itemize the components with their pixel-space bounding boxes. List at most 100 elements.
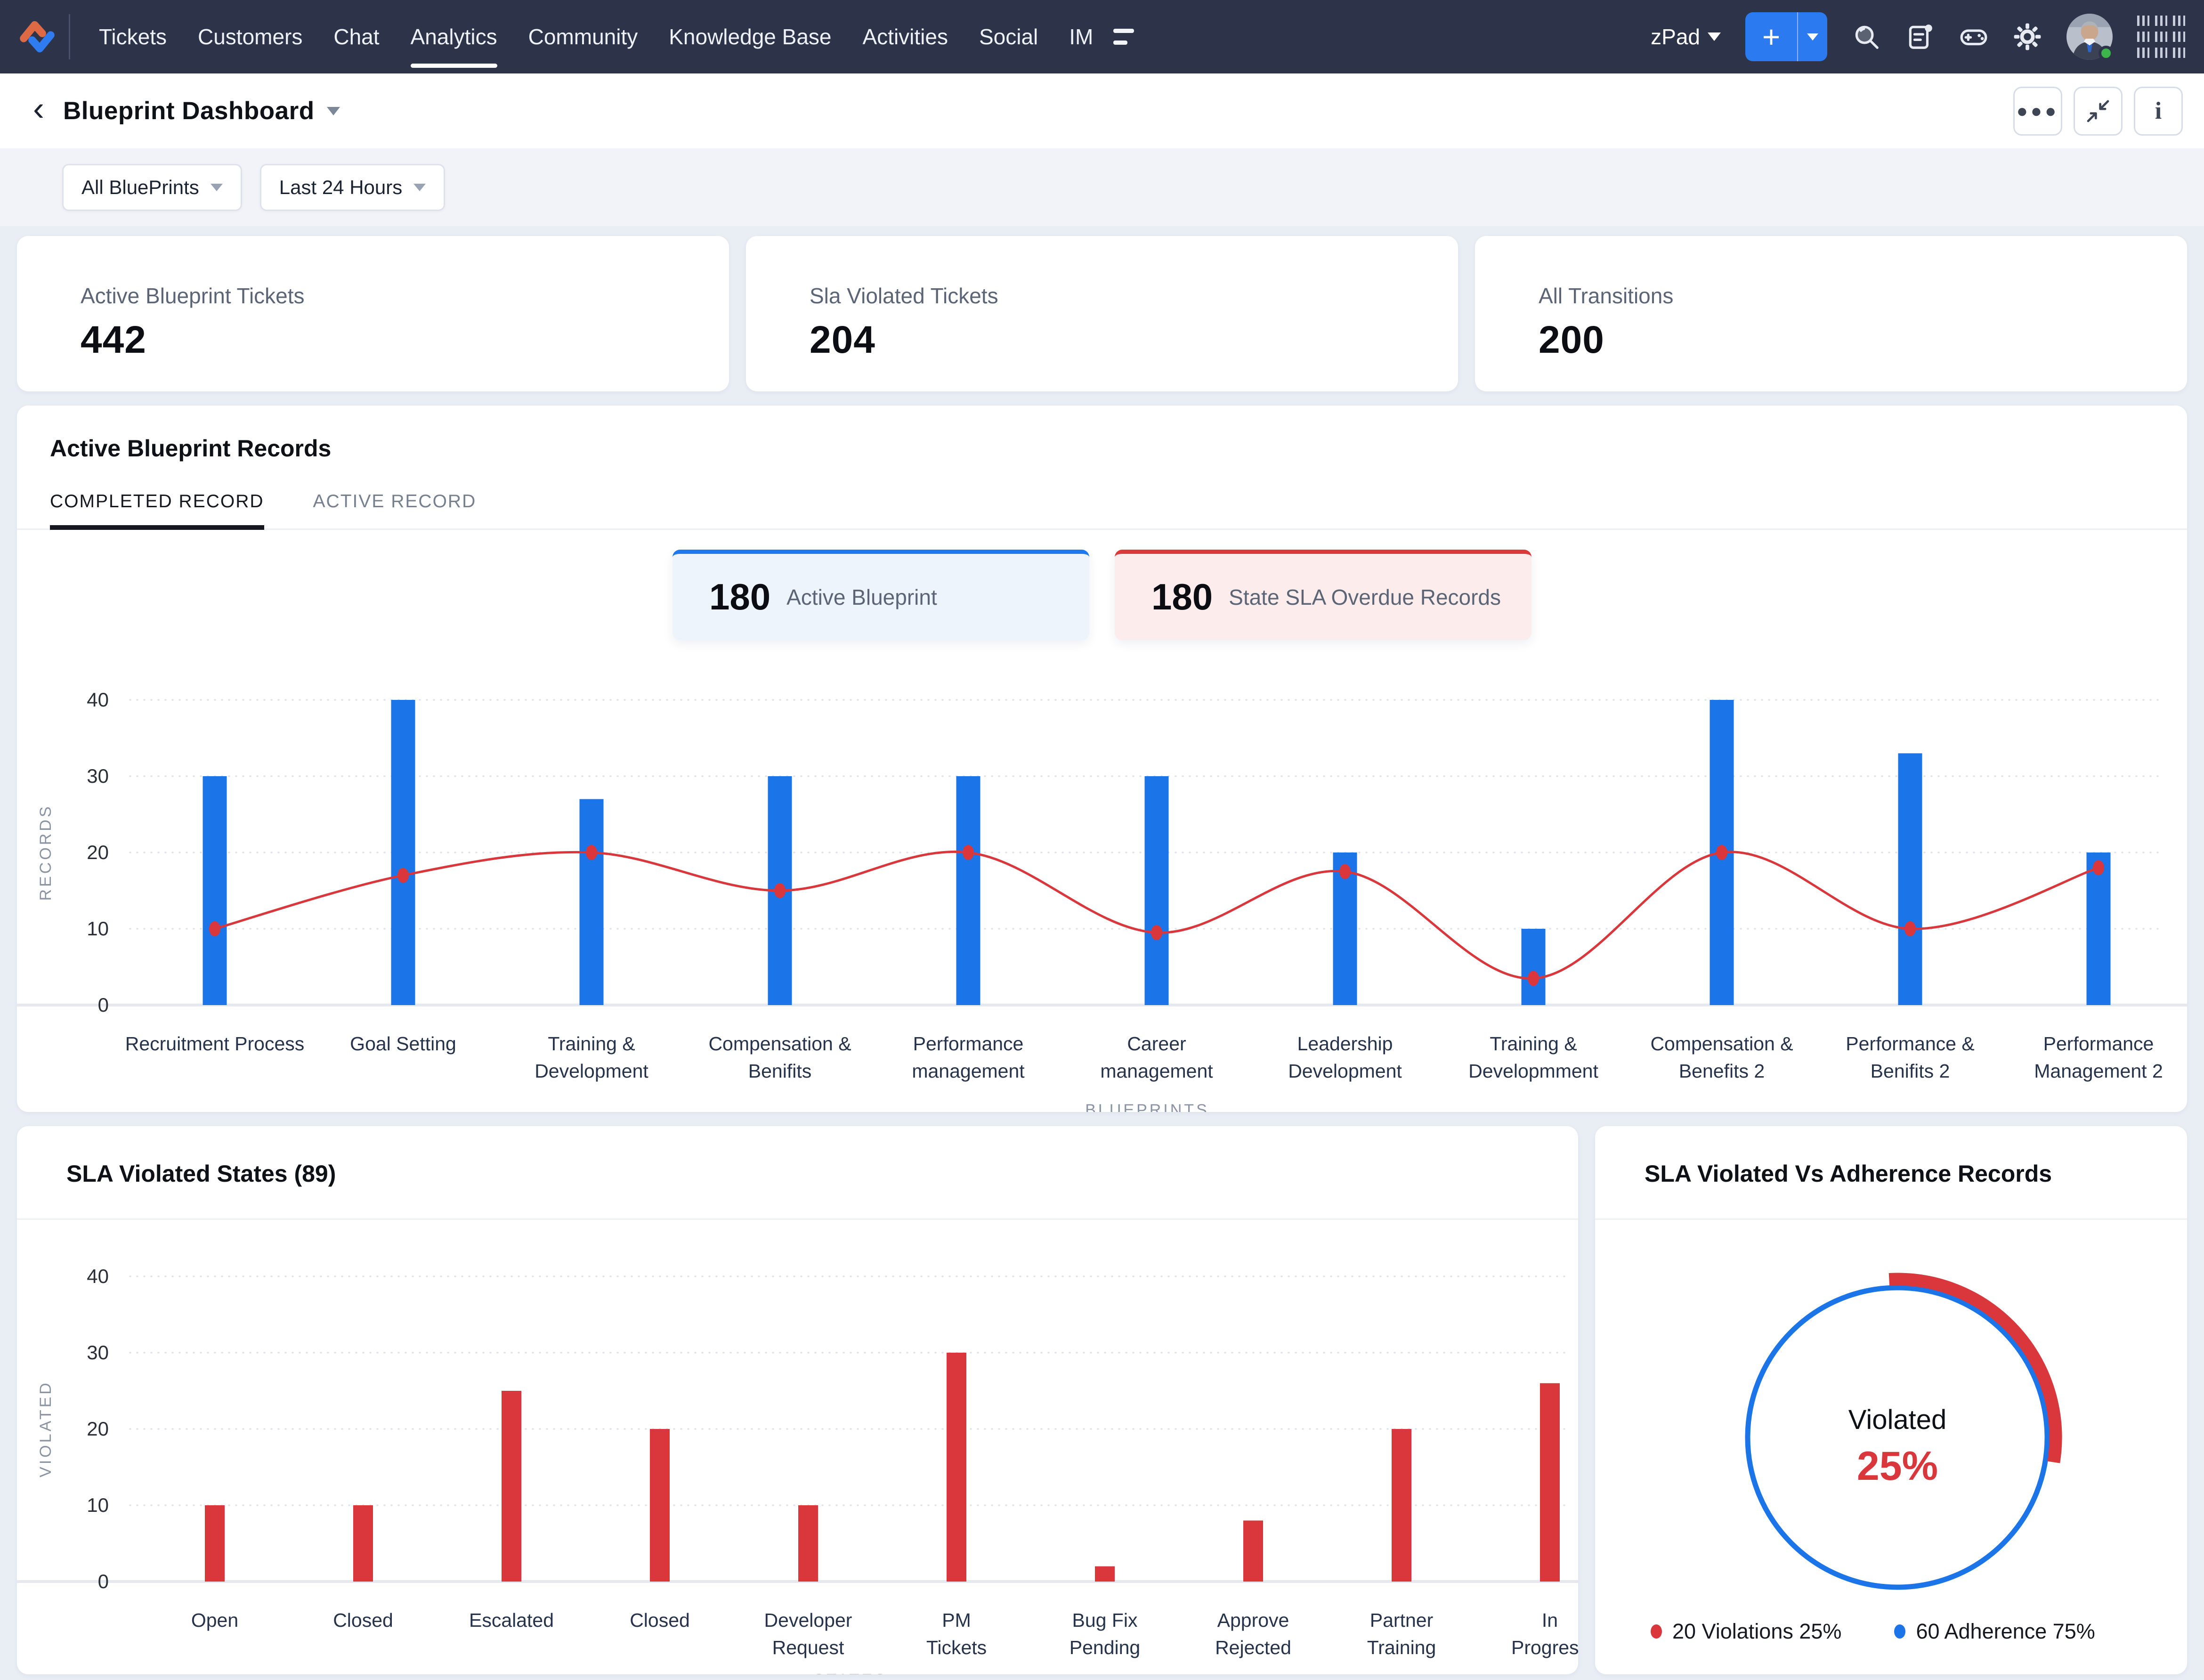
violations-legend-dot-icon [1651, 1624, 1662, 1639]
page-header: ‹ Blueprint Dashboard ●●● i [0, 73, 2204, 148]
svg-text:Escalated: Escalated [469, 1609, 554, 1631]
nav-item-activities[interactable]: Activities [847, 0, 963, 73]
svg-text:40: 40 [87, 1265, 109, 1287]
svg-text:Career: Career [1127, 1033, 1186, 1055]
stat-value: 204 [810, 318, 875, 361]
nav-item-social[interactable]: Social [964, 0, 1053, 73]
nav-item-customers[interactable]: Customers [182, 0, 318, 73]
svg-text:0: 0 [98, 1570, 109, 1592]
svg-text:Developmment: Developmment [1468, 1060, 1598, 1082]
apps-grid-icon[interactable] [2137, 16, 2185, 58]
chevron-down-icon [413, 183, 426, 191]
stat-label: Active Blueprint Tickets [81, 284, 305, 308]
record-tabs: COMPLETED RECORD ACTIVE RECORD [17, 491, 2187, 530]
nav-item-community[interactable]: Community [513, 0, 654, 73]
gamescope-icon[interactable] [1959, 22, 1988, 51]
tab-active-record[interactable]: ACTIVE RECORD [313, 491, 477, 528]
nav-item-tickets[interactable]: Tickets [83, 0, 182, 73]
stats-row: Active Blueprint Tickets 442 Sla Violate… [0, 226, 2204, 391]
svg-text:Compensation &: Compensation & [708, 1033, 851, 1055]
time-range-filter-dropdown[interactable]: Last 24 Hours [259, 163, 446, 211]
nav-item-im[interactable]: IM [1053, 0, 1109, 73]
legend-text: 20 Violations 25% [1672, 1619, 1842, 1643]
tab-completed-record[interactable]: COMPLETED RECORD [50, 491, 264, 530]
sla-overdue-badge: 180 State SLA Overdue Records [1115, 550, 1531, 640]
svg-text:management: management [912, 1060, 1025, 1082]
svg-text:30: 30 [87, 1341, 109, 1363]
badge-value: 180 [1151, 576, 1213, 617]
back-button[interactable]: ‹ [33, 92, 63, 130]
sla-violated-vs-adherence-panel: SLA Violated Vs Adherence Records Violat… [1595, 1126, 2187, 1674]
svg-text:Partner: Partner [1370, 1609, 1433, 1631]
svg-text:Development: Development [1288, 1060, 1402, 1082]
svg-text:Developer: Developer [764, 1609, 852, 1631]
svg-text:Violated: Violated [1848, 1404, 1947, 1435]
badge-label: Active Blueprint [786, 584, 937, 609]
svg-text:Rejected: Rejected [1215, 1637, 1291, 1658]
filter-bar: All BluePrints Last 24 Hours [0, 148, 2204, 226]
chevron-down-icon [1708, 32, 1721, 41]
svg-text:Management 2: Management 2 [2034, 1060, 2163, 1082]
svg-text:Pending: Pending [1070, 1637, 1140, 1658]
violated-adherence-donut-chart: Violated 25% [1745, 1273, 2062, 1590]
svg-text:Compensation &: Compensation & [1650, 1033, 1793, 1055]
svg-text:Development: Development [535, 1060, 648, 1082]
stat-value: 200 [1539, 318, 1604, 361]
blueprint-filter-label: All BluePrints [81, 176, 199, 198]
svg-text:10: 10 [87, 917, 109, 940]
search-icon[interactable] [1852, 22, 1881, 51]
panel-title: Active Blueprint Records [50, 435, 332, 462]
violated-states-bar-chart: 0 10 20 30 40 VIOLATED STATES Open Closed Escalat… [17, 1265, 1578, 1674]
panel-title: SLA Violated States (89) [66, 1161, 336, 1187]
nav-item-chat[interactable]: Chat [318, 0, 395, 73]
feeds-icon[interactable] [1905, 22, 1935, 51]
more-options-button[interactable]: ●●● [2013, 86, 2062, 136]
dashboard-switcher-caret-icon[interactable] [326, 106, 340, 115]
user-avatar[interactable] [2066, 14, 2114, 61]
blueprint-filter-dropdown[interactable]: All BluePrints [62, 163, 242, 211]
more-tabs-icon[interactable] [1113, 29, 1134, 45]
online-status-dot [2099, 46, 2114, 61]
records-combo-chart: 0 10 20 30 40 RECORDS BLUEPRINTS Recruitment Pr… [17, 689, 2187, 1112]
svg-text:management: management [1100, 1060, 1213, 1082]
plus-icon[interactable]: + [1745, 12, 1798, 61]
header-actions: ●●● i [2013, 86, 2183, 136]
svg-text:Benifits: Benifits [748, 1060, 811, 1082]
info-button[interactable]: i [2134, 86, 2183, 136]
settings-gear-icon[interactable] [2013, 22, 2042, 51]
stat-label: All Transitions [1539, 284, 1674, 308]
app-logo-icon[interactable] [17, 16, 57, 57]
svg-text:Training &: Training & [1490, 1033, 1577, 1055]
svg-text:BLUEPRINTS: BLUEPRINTS [1085, 1101, 1209, 1112]
svg-text:Performance: Performance [2043, 1033, 2154, 1055]
svg-text:Closed: Closed [333, 1609, 393, 1631]
collapse-button[interactable] [2074, 86, 2123, 136]
svg-text:Request: Request [772, 1637, 844, 1658]
top-navbar: Tickets Customers Chat Analytics Communi… [0, 0, 2204, 73]
add-new-dropdown[interactable] [1798, 12, 1827, 61]
nav-divider [69, 14, 70, 59]
nav-item-knowledge-base[interactable]: Knowledge Base [653, 0, 847, 73]
nav-items: Tickets Customers Chat Analytics Communi… [83, 0, 1109, 73]
svg-text:20: 20 [87, 841, 109, 863]
nav-item-analytics[interactable]: Analytics [395, 0, 513, 73]
add-new-button[interactable]: + [1745, 12, 1827, 61]
sla-violated-states-panel: SLA Violated States (89) 0 10 20 30 40 VIOLAT… [17, 1126, 1578, 1674]
legend-item-adherence[interactable]: 60 Adherence 75% [1894, 1619, 2095, 1644]
svg-text:Closed: Closed [630, 1609, 690, 1631]
svg-text:RECORDS: RECORDS [37, 804, 55, 901]
svg-text:Bug Fix: Bug Fix [1072, 1609, 1138, 1631]
stat-card-all-transitions: All Transitions 200 [1475, 236, 2187, 391]
svg-text:30: 30 [87, 765, 109, 787]
svg-text:Progress: Progress [1511, 1637, 1578, 1658]
badge-label: State SLA Overdue Records [1229, 584, 1501, 609]
legend-text: 60 Adherence 75% [1916, 1619, 2095, 1643]
donut-legend: 20 Violations 25% 60 Adherence 75% [1595, 1619, 2187, 1644]
active-blueprint-badge: 180 Active Blueprint [673, 550, 1089, 640]
legend-item-violations[interactable]: 20 Violations 25% [1651, 1619, 1841, 1644]
workspace-selector[interactable]: zPad [1651, 24, 1721, 49]
page-title: Blueprint Dashboard [63, 97, 315, 125]
svg-text:VIOLATED: VIOLATED [37, 1380, 55, 1477]
chevron-down-icon [210, 183, 223, 191]
stat-value: 442 [81, 318, 146, 361]
